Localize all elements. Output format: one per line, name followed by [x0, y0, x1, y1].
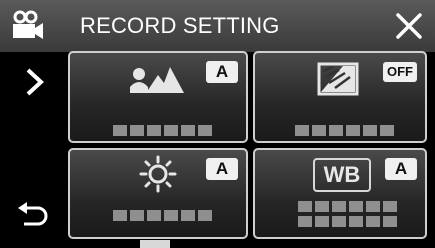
close-icon[interactable]	[390, 8, 428, 44]
brightness-tile[interactable]: A	[68, 148, 248, 239]
setting-badge: OFF	[383, 62, 417, 82]
backlight-compensation-tile[interactable]: OFF	[253, 51, 427, 143]
title-bar: RECORD SETTING	[0, 0, 435, 52]
brightness-icon	[139, 155, 177, 193]
setting-badge: A	[385, 158, 417, 180]
value-placeholder	[298, 201, 397, 227]
page-title: RECORD SETTING	[80, 13, 280, 38]
setting-badge: A	[206, 158, 238, 180]
video-camera-icon	[13, 10, 43, 39]
scene-select-icon	[130, 67, 184, 93]
scene-select-tile[interactable]: A	[68, 51, 248, 143]
backlight-compensation-icon	[317, 62, 359, 96]
value-placeholder	[295, 125, 394, 136]
white-balance-tile[interactable]: WB A	[253, 148, 427, 239]
value-placeholder	[113, 125, 212, 136]
scroll-indicator	[140, 240, 170, 248]
value-placeholder	[113, 210, 212, 221]
setting-badge: A	[206, 61, 238, 83]
chevron-right-icon[interactable]	[8, 62, 58, 102]
white-balance-icon: WB	[313, 158, 371, 192]
return-arrow-icon[interactable]	[8, 194, 58, 234]
